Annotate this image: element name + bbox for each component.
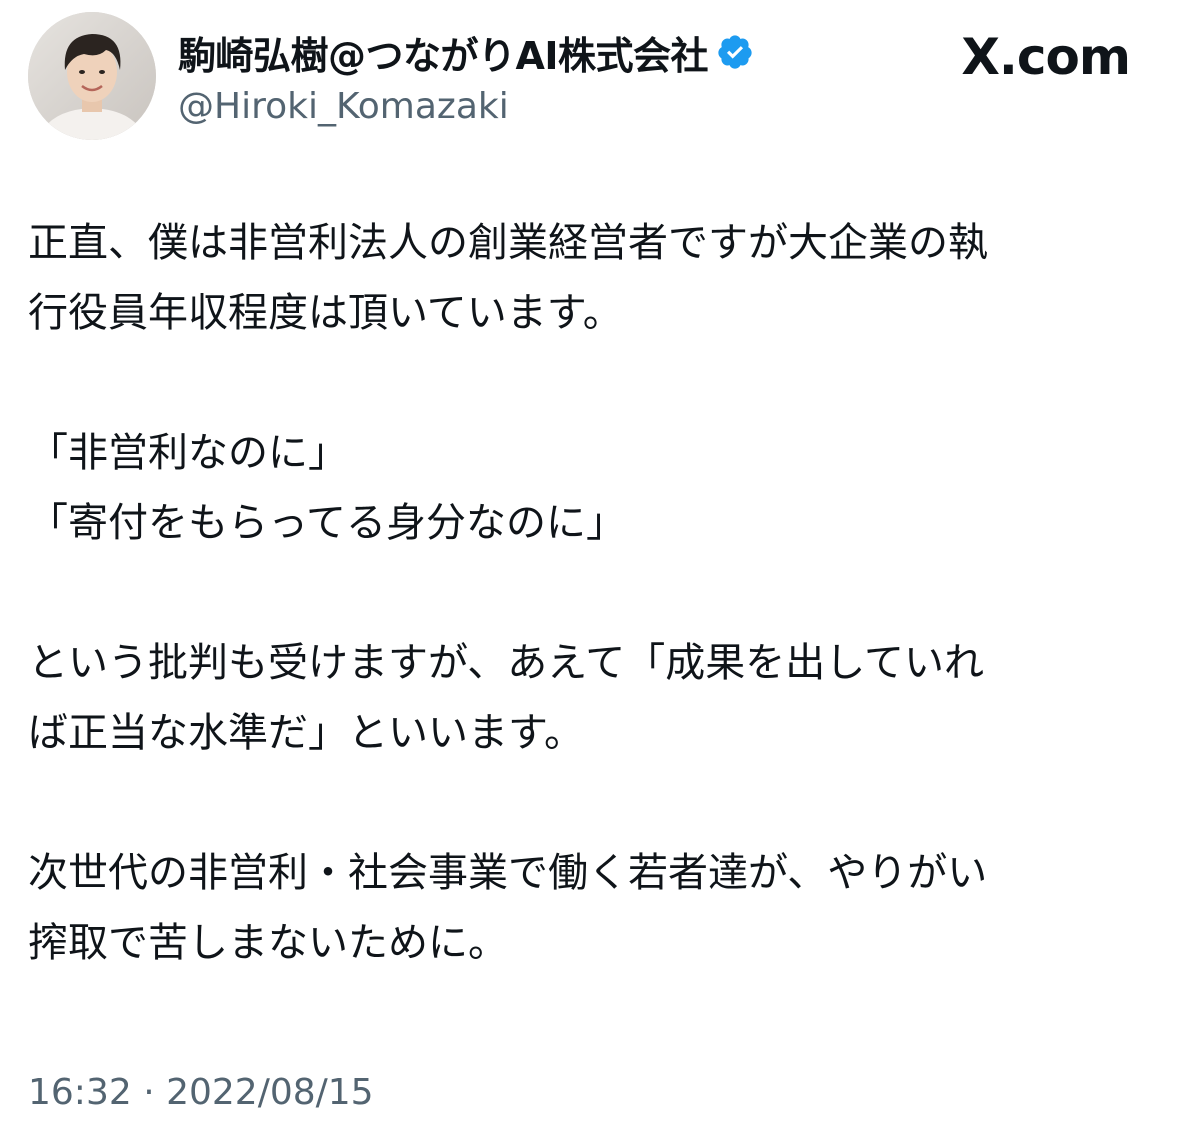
tweet-line: 次世代の非営利・社会事業で働く若者達が、やりがい [28, 850, 988, 896]
user-handle[interactable]: @Hiroki_Komazaki [178, 86, 509, 127]
tweet-header: 駒崎弘樹@つながりAI株式会社 @Hiroki_Komazaki X.com [28, 12, 1158, 140]
tweet-line: 行役員年収程度は頂いています。 [28, 290, 623, 336]
display-name[interactable]: 駒崎弘樹@つながりAI株式会社 [178, 25, 709, 80]
profile-photo-icon [28, 12, 156, 140]
tweet-line: ば正当な水準だ」といいます。 [28, 710, 584, 756]
tweet-line: 「寄付をもらってる身分なのに」 [28, 500, 626, 546]
tweet-body: 正直、僕は非営利法人の創業経営者ですが大企業の執 行役員年収程度は頂いています。… [28, 208, 1153, 978]
tweet-line: 「非営利なのに」 [28, 430, 348, 476]
tweet-timestamp[interactable]: 16:32 · 2022/08/15 [28, 1072, 374, 1113]
tweet-line: 正直、僕は非営利法人の創業経営者ですが大企業の執 [28, 220, 988, 266]
avatar[interactable] [28, 12, 156, 140]
tweet-line: 搾取で苦しまないために。 [28, 920, 508, 966]
x-logo: X.com [961, 28, 1131, 86]
name-row: 駒崎弘樹@つながりAI株式会社 [178, 26, 754, 78]
tweet-line: という批判も受けますが、あえて「成果を出していれ [28, 640, 984, 686]
verified-badge-icon [716, 33, 754, 71]
